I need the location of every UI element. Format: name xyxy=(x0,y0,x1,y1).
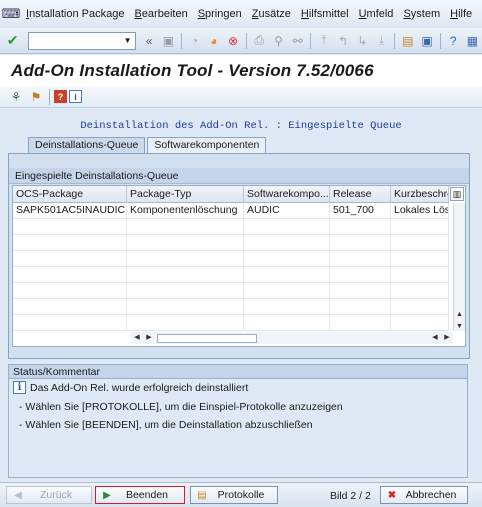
tab-deinstallations-queue[interactable]: Deinstallations-Queue xyxy=(28,137,146,153)
standard-toolbar: ✔ ▼ « ▣ ◔ ◕ ⊗ ⎙ ⚲ ⚯ ⤒ ↰ ↳ ⤓ ▤ ▣ ? ▦ xyxy=(0,28,482,54)
command-field[interactable]: ▼ xyxy=(28,31,136,50)
group-title: Eingespielte Deinstallations-Queue xyxy=(9,168,469,184)
empty-table-row xyxy=(13,315,449,331)
find-next-icon[interactable]: ⚯ xyxy=(289,32,306,50)
hint-beenden: - Wählen Sie [BEENDEN], um die Deinstall… xyxy=(19,419,313,431)
title-bar: Add-On Installation Tool - Version 7.52/… xyxy=(0,55,482,86)
empty-table-row xyxy=(13,235,449,251)
info-icon[interactable]: i xyxy=(69,90,82,103)
menu-zusaetze[interactable]: Zusätze xyxy=(248,8,295,20)
menu-bar: ⌨ Installation Package Bearbeiten Spring… xyxy=(0,0,482,28)
save-icon[interactable]: ▣ xyxy=(160,32,177,50)
help-book-icon[interactable]: ? xyxy=(54,90,67,103)
toolbar-divider xyxy=(245,32,247,49)
print-icon[interactable]: ⎙ xyxy=(251,32,268,50)
empty-table-row xyxy=(13,283,449,299)
scroll-right-icon[interactable]: ▶ xyxy=(143,332,155,344)
back-icon[interactable]: « xyxy=(141,32,158,50)
scroll-down-icon[interactable]: ▼ xyxy=(454,321,465,332)
customize-icon[interactable]: ▦ xyxy=(464,32,481,50)
cell-kurzbeschreibung: Lokales Lösc xyxy=(391,203,449,219)
menu-installation-package[interactable]: Installation Package xyxy=(22,8,128,20)
screen-heading: Deinstallation des Add-On Rel. : Eingesp… xyxy=(80,120,402,132)
last-page-icon[interactable]: ⤓ xyxy=(373,32,390,50)
logs-icon: ▤ xyxy=(197,489,207,501)
back-button[interactable]: ◀ Zurück xyxy=(6,486,92,504)
finish-button[interactable]: ▶ Beenden xyxy=(95,486,185,504)
horizontal-scrollbar[interactable]: ◀ ▶ ◀ ▶ xyxy=(131,332,453,344)
cancel-button[interactable]: ✖ Abbrechen xyxy=(380,486,468,504)
column-header-release[interactable]: Release xyxy=(330,186,391,203)
toolbar-divider xyxy=(439,32,441,49)
scroll-left-icon[interactable]: ◀ xyxy=(429,332,441,344)
menu-system[interactable]: System xyxy=(399,8,444,20)
table-header: OCS-Package Package-Typ Softwarekompo...… xyxy=(13,186,449,203)
menu-hilfsmittel[interactable]: Hilfsmittel xyxy=(297,8,353,20)
menu-springen[interactable]: Springen xyxy=(194,8,246,20)
empty-table-row xyxy=(13,299,449,315)
check-icon[interactable]: ✔ xyxy=(4,32,21,50)
scroll-right-icon[interactable]: ▶ xyxy=(441,332,453,344)
hint-protokolle: - Wählen Sie [PROTOKOLLE], um die Einspi… xyxy=(19,401,343,413)
table-row[interactable]: SAPK501AC5INAUDIC Komponentenlöschung AU… xyxy=(13,203,449,219)
tab-strip: Deinstallations-Queue Softwarekomponente… xyxy=(28,137,268,153)
wizard-button-bar: ◀ Zurück ▶ Beenden ▤ Protokolle Bild 2 /… xyxy=(0,482,482,507)
scroll-up-icon[interactable]: ▲ xyxy=(454,309,465,320)
status-message-line: i Das Add-On Rel. wurde erfolgreich dein… xyxy=(13,381,248,394)
package-icon[interactable]: ⚑ xyxy=(27,88,45,106)
empty-table-row xyxy=(13,251,449,267)
toolbar-divider xyxy=(310,32,312,49)
back-arrow-icon: ◀ xyxy=(14,489,22,501)
cell-release: 501_700 xyxy=(330,203,391,219)
shortcut-icon[interactable]: ▣ xyxy=(418,32,435,50)
cell-package-typ: Komponentenlöschung xyxy=(127,203,244,219)
page-indicator: Bild 2 / 2 xyxy=(330,490,371,502)
finish-icon: ▶ xyxy=(103,489,111,501)
menu-umfeld[interactable]: Umfeld xyxy=(355,8,398,20)
empty-table-row xyxy=(13,267,449,283)
new-session-icon[interactable]: ▤ xyxy=(399,32,416,50)
first-page-icon[interactable]: ⤒ xyxy=(315,32,332,50)
empty-table-row xyxy=(13,219,449,235)
menu-bearbeiten[interactable]: Bearbeiten xyxy=(130,8,191,20)
tree-icon[interactable]: ⚘ xyxy=(7,88,25,106)
sap-menu-icon[interactable]: ⌨ xyxy=(2,5,21,23)
column-header-package-typ[interactable]: Package-Typ xyxy=(127,186,244,203)
application-toolbar: ⚘ ⚑ ? i xyxy=(0,86,482,108)
queue-table: OCS-Package Package-Typ Softwarekompo...… xyxy=(12,185,466,347)
info-icon: i xyxy=(13,381,26,394)
main-area: Deinstallation des Add-On Rel. : Eingesp… xyxy=(0,108,482,482)
toolbar-divider xyxy=(181,32,182,49)
scroll-left-icon[interactable]: ◀ xyxy=(131,332,143,344)
next-page-icon[interactable]: ↳ xyxy=(354,32,371,50)
column-header-kurzbeschreibung[interactable]: Kurzbeschre xyxy=(391,186,449,203)
back-nav-icon[interactable]: ◔ xyxy=(186,32,203,50)
find-icon[interactable]: ⚲ xyxy=(270,32,287,50)
logs-button[interactable]: ▤ Protokolle xyxy=(190,486,278,504)
toolbar-divider xyxy=(49,88,50,105)
cancel-icon: ✖ xyxy=(387,489,397,501)
menu-hilfe[interactable]: Hilfe xyxy=(446,8,476,20)
column-header-softwarekomponente[interactable]: Softwarekompo... xyxy=(244,186,330,203)
status-message: Das Add-On Rel. wurde erfolgreich deinst… xyxy=(30,381,249,394)
help-icon[interactable]: ? xyxy=(445,32,462,50)
exit-icon[interactable]: ◕ xyxy=(205,32,222,50)
status-panel: i Das Add-On Rel. wurde erfolgreich dein… xyxy=(8,378,468,478)
prev-page-icon[interactable]: ↰ xyxy=(335,32,352,50)
vertical-scrollbar[interactable]: ▲ ▼ xyxy=(453,203,465,331)
table-layout-icon[interactable]: ▥ xyxy=(450,187,464,201)
cell-ocs-package: SAPK501AC5INAUDIC xyxy=(13,203,127,219)
tab-softwarekomponenten[interactable]: Softwarekomponenten xyxy=(147,137,267,153)
page-title: Add-On Installation Tool - Version 7.52/… xyxy=(11,61,374,80)
chevron-down-icon[interactable]: ▼ xyxy=(121,33,135,49)
command-input[interactable] xyxy=(29,32,126,49)
tab-panel: Eingespielte Deinstallations-Queue OCS-P… xyxy=(8,153,470,359)
cancel-icon[interactable]: ⊗ xyxy=(224,32,241,50)
status-title: Status/Kommentar xyxy=(8,364,468,378)
cell-softwarekomponente: AUDIC xyxy=(244,203,330,219)
column-header-ocs-package[interactable]: OCS-Package xyxy=(13,186,127,203)
scroll-thumb[interactable] xyxy=(157,333,257,343)
toolbar-divider xyxy=(394,32,396,49)
